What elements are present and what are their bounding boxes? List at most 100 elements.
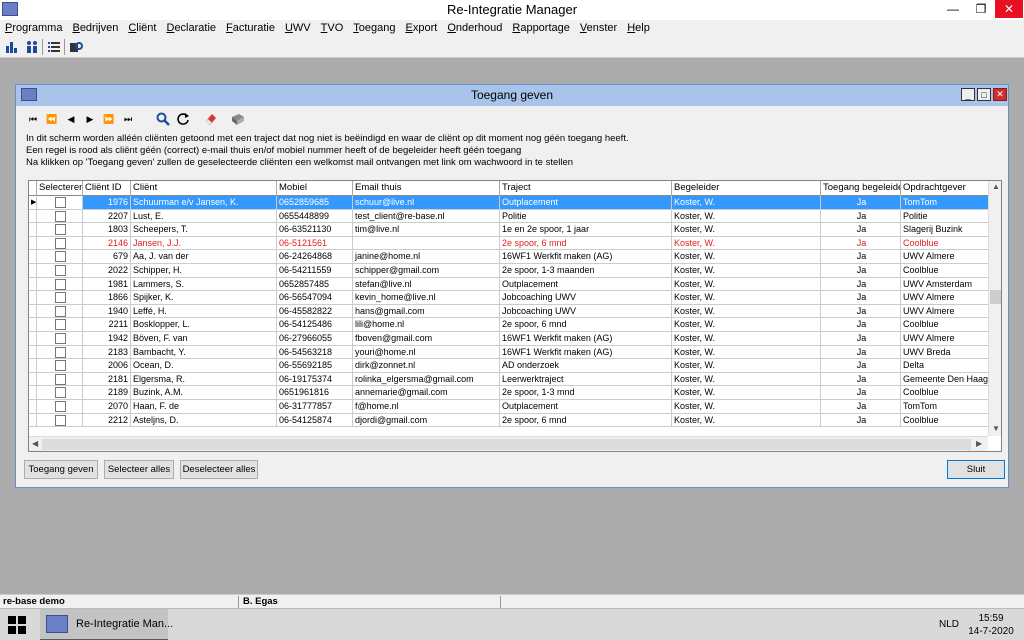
table-row[interactable]: 2070 Haan, F. de 06-31777857 f@home.nl Outpl… <box>29 400 989 414</box>
cell-begeleider: Koster, W. <box>672 345 821 360</box>
window-close-button[interactable]: ✕ <box>993 88 1007 101</box>
windows-start-icon[interactable] <box>8 616 26 634</box>
col-begeleider-header[interactable]: Begeleider <box>672 181 821 196</box>
last-record-button[interactable]: ⏭ <box>119 110 137 128</box>
menu-item[interactable]: UWV <box>280 20 316 36</box>
toegang-geven-button[interactable]: Toegang geven <box>24 460 98 479</box>
row-indicator <box>29 264 37 278</box>
table-row[interactable]: 2022 Schipper, H. 06-54211559 schipper@gmai… <box>29 264 989 278</box>
select-checkbox[interactable] <box>55 292 66 304</box>
cell-mobiel: 0651961816 <box>277 386 353 400</box>
select-checkbox[interactable] <box>55 278 66 290</box>
cell-mobiel: 06-19175374 <box>277 372 353 387</box>
menu-item[interactable]: Export <box>401 20 443 36</box>
col-mobiel-header[interactable]: Mobiel <box>277 181 353 196</box>
horizontal-scroll-thumb[interactable] <box>42 439 971 450</box>
close-button[interactable]: Sluit <box>947 460 1005 479</box>
select-checkbox[interactable] <box>55 401 66 412</box>
clock[interactable]: 15:59 14-7-2020 <box>962 612 1020 638</box>
language-indicator[interactable]: NLD <box>939 619 959 630</box>
menu-item[interactable]: Help <box>622 20 655 36</box>
select-checkbox[interactable] <box>55 373 66 385</box>
close-app-button[interactable]: ✕ <box>995 0 1023 18</box>
scroll-left-icon[interactable]: ◀ <box>32 439 38 448</box>
list-icon[interactable] <box>46 39 62 55</box>
table-row[interactable]: 2181 Elgersma, R. 06-19175374 rolinka_elger… <box>29 372 989 387</box>
key-icon[interactable] <box>68 39 84 55</box>
col-client-header[interactable]: Cliënt <box>131 181 277 196</box>
table-row[interactable]: 2207 Lust, E. 0655448899 test_client@re-bas… <box>29 209 989 224</box>
table-row[interactable]: 2146 Jansen, J.J. 06-5121561 2e spoor, 6 mn… <box>29 236 989 251</box>
first-record-button[interactable]: ⏮ <box>24 110 42 128</box>
deselect-all-button[interactable]: Deselecteer alles <box>180 460 258 479</box>
scroll-up-icon[interactable]: ▲ <box>992 182 1000 191</box>
eraser-icon[interactable] <box>202 110 220 128</box>
select-checkbox[interactable] <box>55 251 66 263</box>
window-maximize-button[interactable]: □ <box>977 88 991 101</box>
select-checkbox[interactable] <box>55 305 66 317</box>
table-row[interactable]: 679 Aa, J. van der 06-24264868 janine@home.… <box>29 250 989 264</box>
table-row[interactable]: 2212 Asteljns, D. 06-54125874 djordi@gmail.… <box>29 413 989 428</box>
bar-chart-icon[interactable] <box>4 39 20 55</box>
select-checkbox[interactable] <box>55 265 66 276</box>
select-checkbox[interactable] <box>55 210 66 222</box>
col-opdrachtgever-header[interactable]: Opdrachtgever <box>901 181 989 196</box>
select-checkbox[interactable] <box>55 387 66 399</box>
scroll-down-icon[interactable]: ▼ <box>992 424 1000 433</box>
select-checkbox[interactable] <box>55 224 66 236</box>
cell-toegang: Ja <box>821 359 901 373</box>
book-icon[interactable] <box>229 110 247 128</box>
next-page-button[interactable]: ⏩ <box>100 110 118 128</box>
table-row[interactable]: 1803 Scheepers, T. 06-63521130 tim@live.nl 1… <box>29 223 989 237</box>
select-all-button[interactable]: Selecteer alles <box>104 460 174 479</box>
cell-traject: 16WF1 Werkfit maken (AG) <box>500 250 672 264</box>
table-row[interactable]: 1942 Böven, F. van 06-27966055 fboven@gmail… <box>29 332 989 346</box>
table-row[interactable]: 1866 Spijker, K. 06-56547094 kevin_home@liv… <box>29 291 989 305</box>
select-checkbox[interactable] <box>55 197 66 208</box>
select-checkbox[interactable] <box>55 237 66 249</box>
prev-page-button[interactable]: ⏪ <box>43 110 61 128</box>
col-toegang-begeleider-header[interactable]: Toegang begeleider <box>821 181 901 196</box>
table-row[interactable]: 1981 Lammers, S. 0652857485 stefan@live.nl O… <box>29 277 989 292</box>
vertical-scroll-thumb[interactable] <box>990 290 1001 304</box>
menu-item[interactable]: TVO <box>316 20 349 36</box>
menu-item[interactable]: Declaratie <box>161 20 221 36</box>
select-checkbox[interactable] <box>55 333 66 344</box>
menu-item[interactable]: Cliënt <box>123 20 161 36</box>
menu-item[interactable]: Programma <box>0 20 67 36</box>
restore-button[interactable]: ❐ <box>967 0 995 18</box>
select-checkbox[interactable] <box>55 346 66 358</box>
col-selecteren-header[interactable]: Selecteren <box>37 181 83 196</box>
next-record-button[interactable]: ▶ <box>81 110 99 128</box>
menu-item[interactable]: Onderhoud <box>442 20 507 36</box>
col-client-id-header[interactable]: Cliënt ID <box>83 181 131 196</box>
menu-item[interactable]: Rapportage <box>507 20 575 36</box>
select-checkbox-cell <box>37 386 83 400</box>
clients-grid[interactable]: Selecteren Cliënt ID Cliënt Mobiel Email thu… <box>28 180 1002 452</box>
col-traject-header[interactable]: Traject <box>500 181 672 196</box>
table-row[interactable]: 1940 Leffé, H. 06-45582822 hans@gmail.com Jo… <box>29 304 989 319</box>
select-checkbox[interactable] <box>55 414 66 426</box>
taskbar-app-button[interactable]: Re-Integratie Man... <box>40 609 173 640</box>
menu-item[interactable]: Facturatie <box>221 20 280 36</box>
table-row[interactable]: ▶ 1976 Schuurman e/v Jansen, K. 0652859685 s… <box>29 196 989 210</box>
select-checkbox[interactable] <box>55 319 66 331</box>
horizontal-scrollbar[interactable]: ◀ ▶ <box>29 436 988 451</box>
window-minimize-button[interactable]: _ <box>961 88 975 101</box>
prev-record-button[interactable]: ◀ <box>62 110 80 128</box>
refresh-icon[interactable] <box>174 110 192 128</box>
table-row[interactable]: 2211 Bosklopper, L. 06-54125486 lili@home.n… <box>29 318 989 332</box>
menu-item[interactable]: Venster <box>575 20 622 36</box>
menu-item[interactable]: Toegang <box>348 20 400 36</box>
vertical-scrollbar[interactable]: ▲ ▼ <box>988 181 1001 436</box>
table-row[interactable]: 2006 Ocean, D. 06-55692185 dirk@zonnet.nl AD… <box>29 359 989 373</box>
scroll-right-icon[interactable]: ▶ <box>976 439 982 448</box>
table-row[interactable]: 2189 Buzink, A.M. 0651961816 annemarie@gmai… <box>29 386 989 400</box>
minimize-button[interactable]: — <box>939 0 967 18</box>
menu-item[interactable]: Bedrijven <box>67 20 123 36</box>
table-row[interactable]: 2183 Bambacht, Y. 06-54563218 youri@home.nl… <box>29 345 989 360</box>
search-icon[interactable] <box>154 110 172 128</box>
select-checkbox[interactable] <box>55 360 66 372</box>
people-icon[interactable] <box>24 39 40 55</box>
col-email-thuis-header[interactable]: Email thuis <box>353 181 500 196</box>
